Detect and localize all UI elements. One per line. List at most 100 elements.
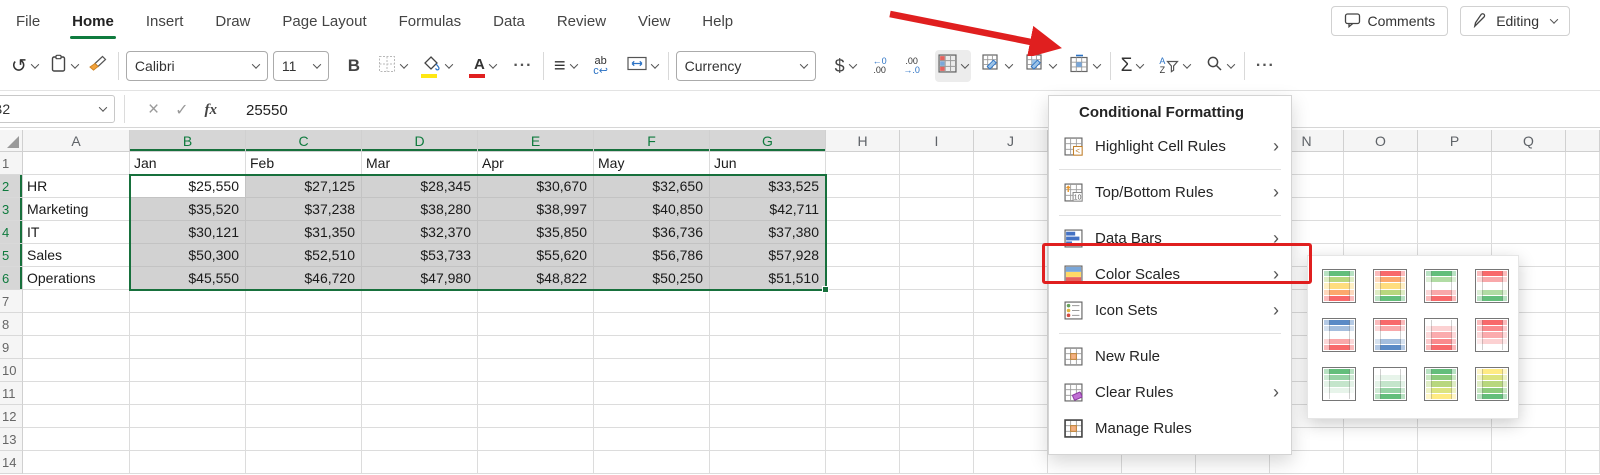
row-header-7[interactable]: 7 [0,290,23,313]
cell-G9[interactable] [710,336,826,359]
cell-D6[interactable]: $47,980 [362,267,478,290]
cell-E14[interactable] [478,451,594,474]
cell-I5[interactable] [900,244,974,267]
font-size-combo[interactable]: 11 [273,51,329,81]
color-scale-white-red[interactable] [1424,318,1458,352]
column-header-D[interactable]: D [362,130,478,152]
cell-Q2[interactable] [1492,175,1566,198]
cell-I12[interactable] [900,405,974,428]
cell-R12[interactable] [1566,405,1600,428]
tab-view[interactable]: View [622,0,686,42]
format-painter-button[interactable] [85,50,111,82]
cell-F4[interactable]: $36,736 [594,221,710,244]
row-header-1[interactable]: 1 [0,152,23,175]
cell-F10[interactable] [594,359,710,382]
more-toolbar-options-button[interactable]: ··· [1252,50,1278,82]
accounting-format-button[interactable]: $ [832,50,859,82]
cell-A12[interactable] [23,405,130,428]
cell-dept-Operations[interactable]: Operations [23,267,130,290]
cell-A10[interactable] [23,359,130,382]
color-scale-green-white[interactable] [1322,367,1356,401]
cell-E4[interactable]: $35,850 [478,221,594,244]
cell-D7[interactable] [362,290,478,313]
cell-R8[interactable] [1566,313,1600,336]
cell-E13[interactable] [478,428,594,451]
cell-D5[interactable]: $53,733 [362,244,478,267]
cell-E12[interactable] [478,405,594,428]
cell-A9[interactable] [23,336,130,359]
cell-R6[interactable] [1566,267,1600,290]
cell-A13[interactable] [23,428,130,451]
cell-F3[interactable]: $40,850 [594,198,710,221]
row-header-8[interactable]: 8 [0,313,23,336]
cell-E2[interactable]: $30,670 [478,175,594,198]
cell-F12[interactable] [594,405,710,428]
cell-E10[interactable] [478,359,594,382]
row-header-5[interactable]: 5 [0,244,23,267]
cell-B11[interactable] [130,382,246,405]
cell-I3[interactable] [900,198,974,221]
wrap-text-button[interactable]: abc↩ [588,50,614,82]
cell-C6[interactable]: $46,720 [246,267,362,290]
cell-B8[interactable] [130,313,246,336]
cell-H12[interactable] [826,405,900,428]
row-header-2[interactable]: 2 [0,175,23,198]
cell-month-Apr[interactable]: Apr [478,152,594,175]
cell-G6[interactable]: $51,510 [710,267,826,290]
column-header-H[interactable]: H [826,130,900,152]
cell-A7[interactable] [23,290,130,313]
cell-H10[interactable] [826,359,900,382]
cell-R1[interactable] [1566,152,1600,175]
tab-home[interactable]: Home [56,0,130,42]
cell-E5[interactable]: $55,620 [478,244,594,267]
cell-J4[interactable] [974,221,1048,244]
row-header-9[interactable]: 9 [0,336,23,359]
cell-G4[interactable]: $37,380 [710,221,826,244]
menu-item-clear-rules[interactable]: Clear Rules› [1049,374,1291,410]
cell-H5[interactable] [826,244,900,267]
row-header-11[interactable]: 11 [0,382,23,405]
column-header-I[interactable]: I [900,130,974,152]
conditional-formatting-button[interactable] [935,50,971,82]
cell-I6[interactable] [900,267,974,290]
autosum-button[interactable]: Σ [1118,50,1147,82]
cell-P14[interactable] [1418,451,1492,474]
cell-H2[interactable] [826,175,900,198]
cell-dept-Marketing[interactable]: Marketing [23,198,130,221]
column-header-J[interactable]: J [974,130,1048,152]
cell-C9[interactable] [246,336,362,359]
cell-D3[interactable]: $38,280 [362,198,478,221]
cell-E11[interactable] [478,382,594,405]
select-all-corner[interactable] [0,130,23,152]
color-scale-red-yellow-green[interactable] [1373,269,1407,303]
cell-H1[interactable] [826,152,900,175]
cell-P1[interactable] [1418,152,1492,175]
color-scale-green-yellow-red[interactable] [1322,269,1356,303]
format-as-table-button[interactable] [979,50,1015,82]
cell-H6[interactable] [826,267,900,290]
cell-B4[interactable]: $30,121 [130,221,246,244]
sort-filter-button[interactable]: AZ [1156,50,1193,82]
tab-formulas[interactable]: Formulas [383,0,478,42]
cell-C7[interactable] [246,290,362,313]
cell-D10[interactable] [362,359,478,382]
increase-decimal-button[interactable]: .00→.0 [899,50,925,82]
cell-G13[interactable] [710,428,826,451]
cell-B5[interactable]: $50,300 [130,244,246,267]
undo-button[interactable]: ↺ [8,50,41,82]
font-color-button[interactable]: A [466,50,504,82]
cell-J13[interactable] [974,428,1048,451]
row-header-4[interactable]: 4 [0,221,23,244]
cell-B10[interactable] [130,359,246,382]
cell-F2[interactable]: $32,650 [594,175,710,198]
cell-H8[interactable] [826,313,900,336]
color-scale-green-yellow[interactable] [1424,367,1458,401]
cell-J7[interactable] [974,290,1048,313]
tab-insert[interactable]: Insert [130,0,200,42]
cell-G7[interactable] [710,290,826,313]
cell-H11[interactable] [826,382,900,405]
cell-D11[interactable] [362,382,478,405]
paste-button[interactable] [47,50,81,82]
cell-Q14[interactable] [1492,451,1566,474]
cell-month-May[interactable]: May [594,152,710,175]
